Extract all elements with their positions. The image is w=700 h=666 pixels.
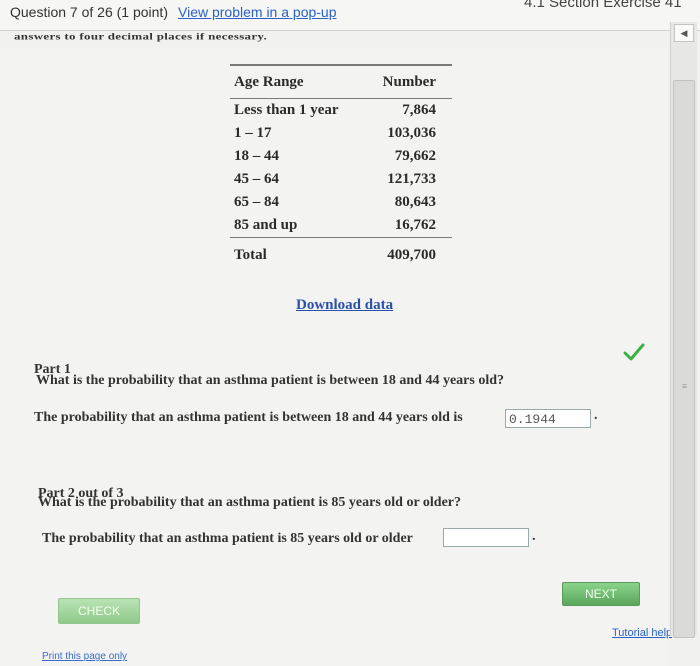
instructions-text: answers to four decimal places if necess…: [14, 31, 268, 42]
age-range-cell: 85 and up: [234, 217, 298, 233]
download-data-link[interactable]: Download data: [296, 297, 393, 314]
print-page-link[interactable]: Print this page only: [42, 651, 127, 662]
part1-answer-prompt: The probability that an asthma patient i…: [34, 410, 463, 425]
number-cell: 16,762: [394, 217, 436, 233]
scroll-up-arrow-icon[interactable]: ◀: [674, 24, 694, 42]
table-row: 45 – 64 121,733: [230, 168, 452, 191]
question-header: Question 7 of 26 (1 point) View problem …: [0, 0, 700, 31]
part2-question: What is the probability that an asthma p…: [38, 495, 462, 510]
table-row: 65 – 84 80,643: [230, 191, 452, 214]
question-info: Question 7 of 26 (1 point): [10, 4, 168, 20]
table-total-row: Total 409,700: [230, 237, 452, 272]
table-header-row: Age Range Number: [230, 64, 452, 99]
data-table: Age Range Number Less than 1 year 7,864 …: [230, 64, 452, 272]
scrollbar-thumb[interactable]: ≡: [673, 80, 695, 638]
table-row: Less than 1 year 7,864: [230, 99, 452, 123]
popup-link[interactable]: View problem in a pop-up: [178, 4, 337, 20]
age-range-cell: 1 – 17: [234, 125, 272, 141]
check-button[interactable]: CHECK: [58, 598, 140, 624]
part1-answer-field[interactable]: 0.1944: [505, 409, 591, 428]
part1-question: What is the probability that an asthma p…: [36, 373, 505, 388]
tutorial-help-link[interactable]: Tutorial help: [612, 627, 672, 639]
age-range-cell: 45 – 64: [234, 171, 279, 187]
next-button[interactable]: NEXT: [562, 582, 640, 606]
number-cell: 7,864: [402, 102, 436, 118]
part1-period: .: [594, 408, 598, 423]
correct-check-icon: [623, 343, 645, 361]
age-range-cell: 18 – 44: [234, 148, 279, 164]
column-header-number: Number: [365, 64, 452, 99]
number-cell: 103,036: [387, 125, 436, 141]
section-title: 4.1 Section Exercise 41: [524, 0, 682, 11]
total-number: 409,700: [365, 237, 452, 272]
total-label: Total: [230, 237, 366, 272]
age-range-cell: Less than 1 year: [234, 102, 339, 118]
part2-answer-field[interactable]: [443, 528, 529, 547]
age-range-cell: 65 – 84: [234, 194, 279, 210]
number-cell: 80,643: [394, 194, 436, 210]
part2-answer-prompt: The probability that an asthma patient i…: [42, 531, 413, 546]
table-row: 85 and up 16,762: [230, 214, 452, 238]
part2-period: .: [532, 529, 536, 544]
number-cell: 121,733: [387, 171, 436, 187]
table-row: 18 – 44 79,662: [230, 145, 452, 168]
grip-icon: ≡: [682, 381, 688, 391]
table-row: 1 – 17 103,036: [230, 122, 452, 145]
column-header-age-range: Age Range: [230, 64, 366, 99]
number-cell: 79,662: [394, 148, 436, 164]
vertical-scrollbar[interactable]: ◀ ≡: [670, 22, 697, 638]
